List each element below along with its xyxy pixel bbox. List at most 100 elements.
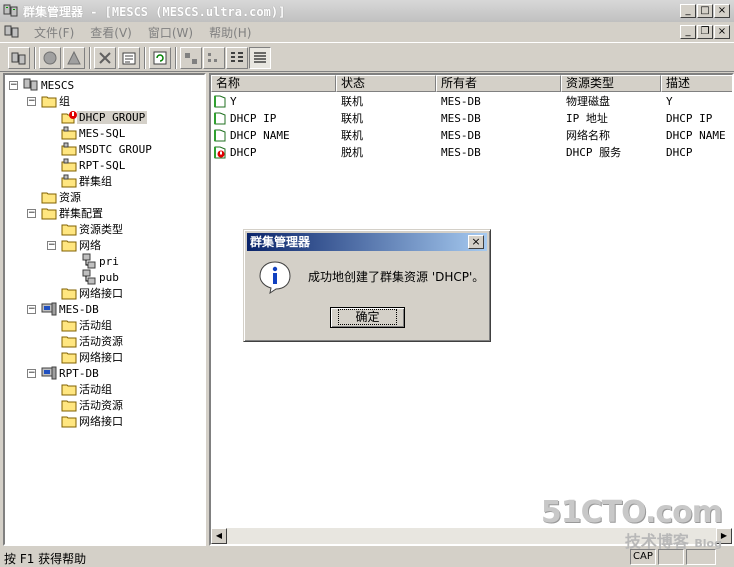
folder-icon [41, 208, 57, 220]
properties-icon [122, 52, 136, 65]
resource-offline-icon [214, 146, 226, 159]
message-dialog: 群集管理器 × 成功地创建了群集资源 'DHCP'。 确定 [243, 229, 491, 342]
caps-indicator: CAP [630, 549, 656, 565]
server-node-icon [41, 302, 57, 316]
tree-node-group-dhcp[interactable]: DHCP GROUP [61, 109, 148, 125]
tree-node-mes-db-network-interfaces[interactable]: 网络接口 [61, 349, 125, 365]
node-rpt-db-collapse-toggle[interactable]: − [27, 369, 36, 378]
window-titlebar: 群集管理器 - [MESCS (MESCS.ultra.com)] _ □ × [0, 0, 734, 22]
menu-view[interactable]: 查看(V) [82, 24, 140, 41]
resource-online-icon [214, 129, 226, 142]
details-view-button[interactable] [249, 47, 271, 69]
tree-node-cluster-config[interactable]: 群集配置 [41, 205, 105, 221]
folder-icon [61, 240, 77, 252]
tree-node-rpt-db[interactable]: RPT-DB [41, 365, 101, 381]
tree-node-group-rpt-sql[interactable]: RPT-SQL [61, 157, 127, 173]
small-icons-button[interactable] [203, 47, 225, 69]
tree-node-group-mes-sql[interactable]: MES-SQL [61, 125, 127, 141]
details-icon [254, 52, 266, 63]
list-row[interactable]: DHCP IP 联机 MES-DB IP 地址 DHCP IP [211, 110, 732, 127]
tree-node-group-msdtc[interactable]: MSDTC GROUP [61, 141, 154, 157]
tree-node-mes-db-active-resources[interactable]: 活动资源 [61, 333, 125, 349]
group-icon [61, 142, 77, 156]
column-header-state[interactable]: 状态 [336, 75, 436, 92]
delete-icon [99, 52, 111, 64]
offline-icon [67, 50, 81, 65]
bring-online-button[interactable] [39, 47, 61, 69]
tree-node-networks[interactable]: 网络 [61, 237, 103, 253]
tree-node-root[interactable]: MESCS [23, 77, 76, 93]
scroll-indicator [686, 549, 716, 565]
list-row[interactable]: DHCP NAME 联机 MES-DB 网络名称 DHCP NAME [211, 127, 732, 144]
large-icons-button[interactable] [180, 47, 202, 69]
num-indicator [658, 549, 684, 565]
cluster-config-collapse-toggle[interactable]: − [27, 209, 36, 218]
folder-icon [61, 320, 77, 332]
tree-pane[interactable]: − MESCS − 组 DHCP GROUP MES-SQL MSDTC GRO… [3, 73, 206, 546]
open-connection-button[interactable] [8, 47, 30, 69]
tree-node-mes-db[interactable]: MES-DB [41, 301, 101, 317]
ok-button[interactable]: 确定 [330, 307, 405, 328]
list-row[interactable]: Y 联机 MES-DB 物理磁盘 Y [211, 93, 732, 110]
tree-node-groups[interactable]: 组 [41, 93, 72, 109]
group-offline-icon [61, 111, 77, 124]
take-offline-button[interactable] [63, 47, 85, 69]
node-mes-db-collapse-toggle[interactable]: − [27, 305, 36, 314]
server-node-icon [41, 366, 57, 380]
dialog-titlebar: 群集管理器 × [247, 233, 487, 251]
resource-online-icon [214, 95, 226, 108]
status-text: 按 F1 获得帮助 [4, 552, 87, 566]
folder-icon [61, 384, 77, 396]
maximize-button[interactable]: □ [697, 4, 713, 18]
refresh-button[interactable] [149, 47, 171, 69]
network-icon [82, 253, 96, 269]
scroll-left-button[interactable]: ◀ [211, 528, 227, 544]
refresh-icon [153, 51, 167, 65]
tree-node-group-cluster[interactable]: 群集组 [61, 173, 114, 189]
status-bar: 按 F1 获得帮助 CAP [0, 547, 734, 566]
column-header-owner[interactable]: 所有者 [436, 75, 561, 92]
tree-node-resources[interactable]: 资源 [41, 189, 83, 205]
tree-node-network-pri[interactable]: pri [81, 253, 121, 269]
tree-node-rpt-db-network-interfaces[interactable]: 网络接口 [61, 413, 125, 429]
tree-node-resource-types[interactable]: 资源类型 [61, 221, 125, 237]
window-title: 群集管理器 - [MESCS (MESCS.ultra.com)] [23, 4, 286, 19]
folder-icon [41, 192, 57, 204]
folder-icon [61, 416, 77, 428]
menu-help[interactable]: 帮助(H) [201, 24, 259, 41]
online-icon [43, 51, 57, 65]
dialog-close-button[interactable]: × [468, 235, 484, 249]
column-header-name[interactable]: 名称 [211, 75, 336, 92]
column-header-description[interactable]: 描述 [661, 75, 732, 92]
properties-button[interactable] [118, 47, 140, 69]
cluster-admin-app-icon [3, 4, 18, 17]
groups-collapse-toggle[interactable]: − [27, 97, 36, 106]
tree-node-mes-db-active-groups[interactable]: 活动组 [61, 317, 114, 333]
tree-node-rpt-db-active-resources[interactable]: 活动资源 [61, 397, 125, 413]
networks-collapse-toggle[interactable]: − [47, 241, 56, 250]
minimize-button[interactable]: _ [680, 4, 696, 18]
child-minimize-button[interactable]: _ [680, 25, 696, 39]
list-view-button[interactable] [226, 47, 248, 69]
menu-window[interactable]: 窗口(W) [140, 24, 201, 41]
list-row[interactable]: DHCP 脱机 MES-DB DHCP 服务 DHCP [211, 144, 732, 161]
mdi-child-icon[interactable] [4, 24, 20, 40]
group-icon [61, 126, 77, 140]
column-header-resource-type[interactable]: 资源类型 [561, 75, 661, 92]
folder-icon [61, 336, 77, 348]
tree-node-network-interfaces[interactable]: 网络接口 [61, 285, 125, 301]
watermark: 51CTO.com 技术博客 Blog [540, 495, 723, 552]
delete-button[interactable] [94, 47, 116, 69]
folder-icon [41, 96, 57, 108]
menu-file[interactable]: 文件(F) [26, 24, 82, 41]
toolbar [0, 42, 734, 72]
watermark-logo: 51CTO.com [540, 495, 723, 530]
child-restore-button[interactable]: ❐ [697, 25, 713, 39]
child-close-button[interactable]: × [714, 25, 730, 39]
tree-node-network-pub[interactable]: pub [81, 269, 121, 285]
tree-node-rpt-db-active-groups[interactable]: 活动组 [61, 381, 114, 397]
close-button[interactable]: × [714, 4, 730, 18]
menu-bar: 文件(F) 查看(V) 窗口(W) 帮助(H) _ ❐ × [0, 22, 734, 42]
cluster-connect-icon [11, 52, 26, 65]
root-collapse-toggle[interactable]: − [9, 81, 18, 90]
